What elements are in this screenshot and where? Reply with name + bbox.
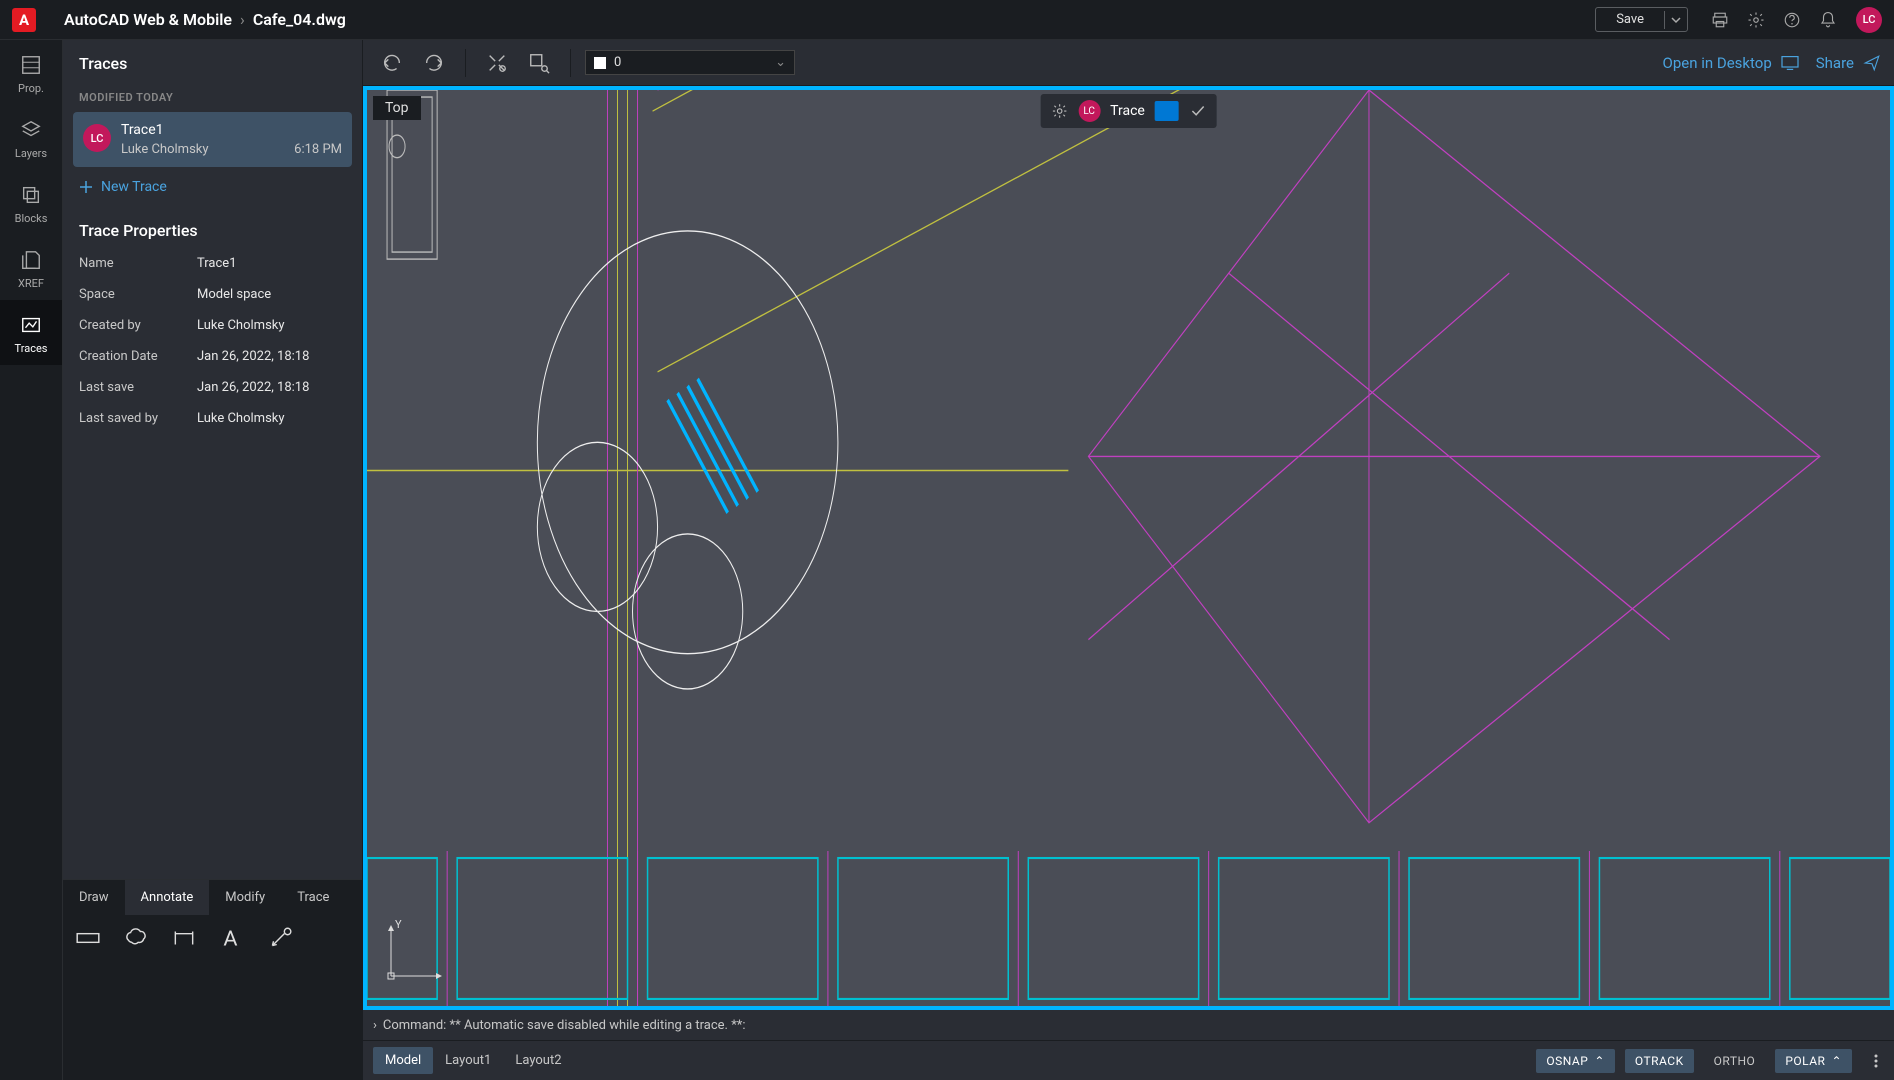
bell-icon[interactable] (1818, 10, 1838, 30)
snap-osnap-button[interactable]: OSNAP⌃ (1536, 1049, 1615, 1073)
command-bar[interactable]: › Command: ** Automatic save disabled wh… (363, 1010, 1894, 1040)
save-button-group: Save (1595, 7, 1688, 32)
panel-title: Traces (63, 40, 362, 83)
new-trace-label: New Trace (101, 179, 167, 195)
nav-rail: Prop. Layers Blocks XREF Traces (0, 40, 63, 1080)
prop-row: Creation DateJan 26, 2022, 18:18 (79, 341, 346, 372)
plus-icon (79, 180, 93, 194)
view-badge[interactable]: Top (373, 96, 421, 120)
layout-tab-layout1[interactable]: Layout1 (433, 1047, 503, 1074)
nav-label: Blocks (15, 212, 48, 225)
layer-name: 0 (614, 55, 621, 70)
trace-toolbar-avatar: LC (1078, 100, 1100, 122)
nav-item-traces[interactable]: Traces (0, 300, 62, 365)
trace-item-author: Luke Cholmsky (121, 142, 209, 157)
panel-tab-trace[interactable]: Trace (281, 880, 345, 915)
zoom-window-icon[interactable] (528, 52, 550, 74)
trace-avatar: LC (83, 124, 111, 152)
trace-floating-toolbar: LC Trace (1040, 94, 1217, 128)
nav-item-blocks[interactable]: Blocks (0, 170, 62, 235)
save-button[interactable]: Save (1596, 8, 1664, 31)
leader-icon[interactable] (267, 925, 293, 951)
dimension-tool-icon[interactable] (75, 925, 101, 951)
snap-ortho-button[interactable]: ORTHO (1704, 1049, 1766, 1073)
trace-toolbar-label: Trace (1110, 103, 1145, 119)
print-icon[interactable] (1710, 10, 1730, 30)
nav-label: Layers (15, 147, 47, 160)
breadcrumb-root[interactable]: AutoCAD Web & Mobile (64, 10, 232, 29)
canvas-content (367, 90, 1890, 1006)
nav-item-layers[interactable]: Layers (0, 105, 62, 170)
share-button[interactable]: Share (1816, 54, 1882, 72)
properties-title: Trace Properties (63, 207, 362, 248)
user-avatar[interactable]: LC (1856, 7, 1882, 33)
layout-tab-layout2[interactable]: Layout2 (503, 1047, 573, 1074)
nav-label: Traces (15, 342, 48, 355)
prop-row: Last saved byLuke Cholmsky (79, 403, 346, 434)
traces-panel: Traces MODIFIED TODAY LC Trace1 Luke Cho… (63, 40, 363, 1080)
check-icon[interactable] (1189, 102, 1207, 120)
drawing-canvas[interactable]: Top LC Trace Y (363, 86, 1894, 1010)
text-icon[interactable]: A (219, 925, 245, 951)
panel-tab-modify[interactable]: Modify (209, 880, 281, 915)
layer-select[interactable]: 0 ⌄ (585, 50, 795, 75)
desktop-icon (1780, 55, 1800, 71)
zoom-extents-icon[interactable] (486, 52, 508, 74)
prop-row: SpaceModel space (79, 279, 346, 310)
nav-item-xref[interactable]: XREF (0, 235, 62, 300)
panel-tabs: Draw Annotate Modify Trace (63, 879, 362, 915)
linear-dimension-icon[interactable] (171, 925, 197, 951)
gear-icon[interactable] (1746, 10, 1766, 30)
layout-tab-model[interactable]: Model (373, 1047, 433, 1074)
nav-label: XREF (18, 277, 44, 290)
trace-view-icon[interactable] (1155, 101, 1179, 121)
annotate-toolbar: A (63, 915, 362, 1080)
chevron-right-icon: › (240, 10, 245, 29)
prop-row: NameTrace1 (79, 248, 346, 279)
svg-text:Y: Y (395, 918, 402, 931)
new-trace-button[interactable]: New Trace (63, 167, 362, 207)
properties-grid: NameTrace1 SpaceModel space Created byLu… (63, 248, 362, 434)
main-column: 0 ⌄ Open in Desktop Share (363, 40, 1894, 1080)
trace-item-name: Trace1 (121, 122, 342, 138)
chevron-up-icon: ⌃ (1594, 1054, 1605, 1068)
snap-polar-button[interactable]: POLAR⌃ (1775, 1049, 1852, 1073)
layer-color-swatch (594, 57, 606, 69)
prop-row: Last saveJan 26, 2022, 18:18 (79, 372, 346, 403)
trace-item-time: 6:18 PM (294, 142, 342, 157)
more-icon[interactable] (1868, 1053, 1884, 1069)
app-logo: A (12, 8, 36, 32)
revision-cloud-icon[interactable] (123, 925, 149, 951)
prop-row: Created byLuke Cholmsky (79, 310, 346, 341)
save-dropdown-button[interactable] (1664, 11, 1687, 29)
command-text: Command: ** Automatic save disabled whil… (383, 1018, 746, 1033)
snap-buttons: OSNAP⌃ OTRACK ORTHO POLAR⌃ (1536, 1049, 1884, 1073)
svg-text:A: A (223, 927, 237, 951)
app-header: A AutoCAD Web & Mobile › Cafe_04.dwg Sav… (0, 0, 1894, 40)
redo-icon[interactable] (423, 52, 445, 74)
undo-icon[interactable] (381, 52, 403, 74)
chevron-down-icon: ⌄ (775, 55, 786, 70)
gear-icon[interactable] (1050, 102, 1068, 120)
bottom-bar: Model Layout1 Layout2 OSNAP⌃ OTRACK ORTH… (363, 1040, 1894, 1080)
send-icon (1862, 54, 1882, 72)
chevron-right-icon: › (373, 1018, 377, 1033)
chevron-up-icon: ⌃ (1831, 1054, 1842, 1068)
section-label-modified: MODIFIED TODAY (63, 83, 362, 112)
breadcrumb: AutoCAD Web & Mobile › Cafe_04.dwg (64, 10, 346, 29)
nav-item-properties[interactable]: Prop. (0, 40, 62, 105)
panel-tab-annotate[interactable]: Annotate (125, 880, 210, 915)
nav-label: Prop. (18, 82, 44, 95)
ucs-indicator: Y (379, 918, 449, 988)
trace-item[interactable]: LC Trace1 Luke Cholmsky 6:18 PM (73, 112, 352, 167)
open-in-desktop-button[interactable]: Open in Desktop (1663, 54, 1800, 72)
main-toolbar: 0 ⌄ Open in Desktop Share (363, 40, 1894, 86)
breadcrumb-file[interactable]: Cafe_04.dwg (253, 10, 346, 29)
help-icon[interactable] (1782, 10, 1802, 30)
panel-tab-draw[interactable]: Draw (63, 880, 125, 915)
snap-otrack-button[interactable]: OTRACK (1625, 1049, 1694, 1073)
